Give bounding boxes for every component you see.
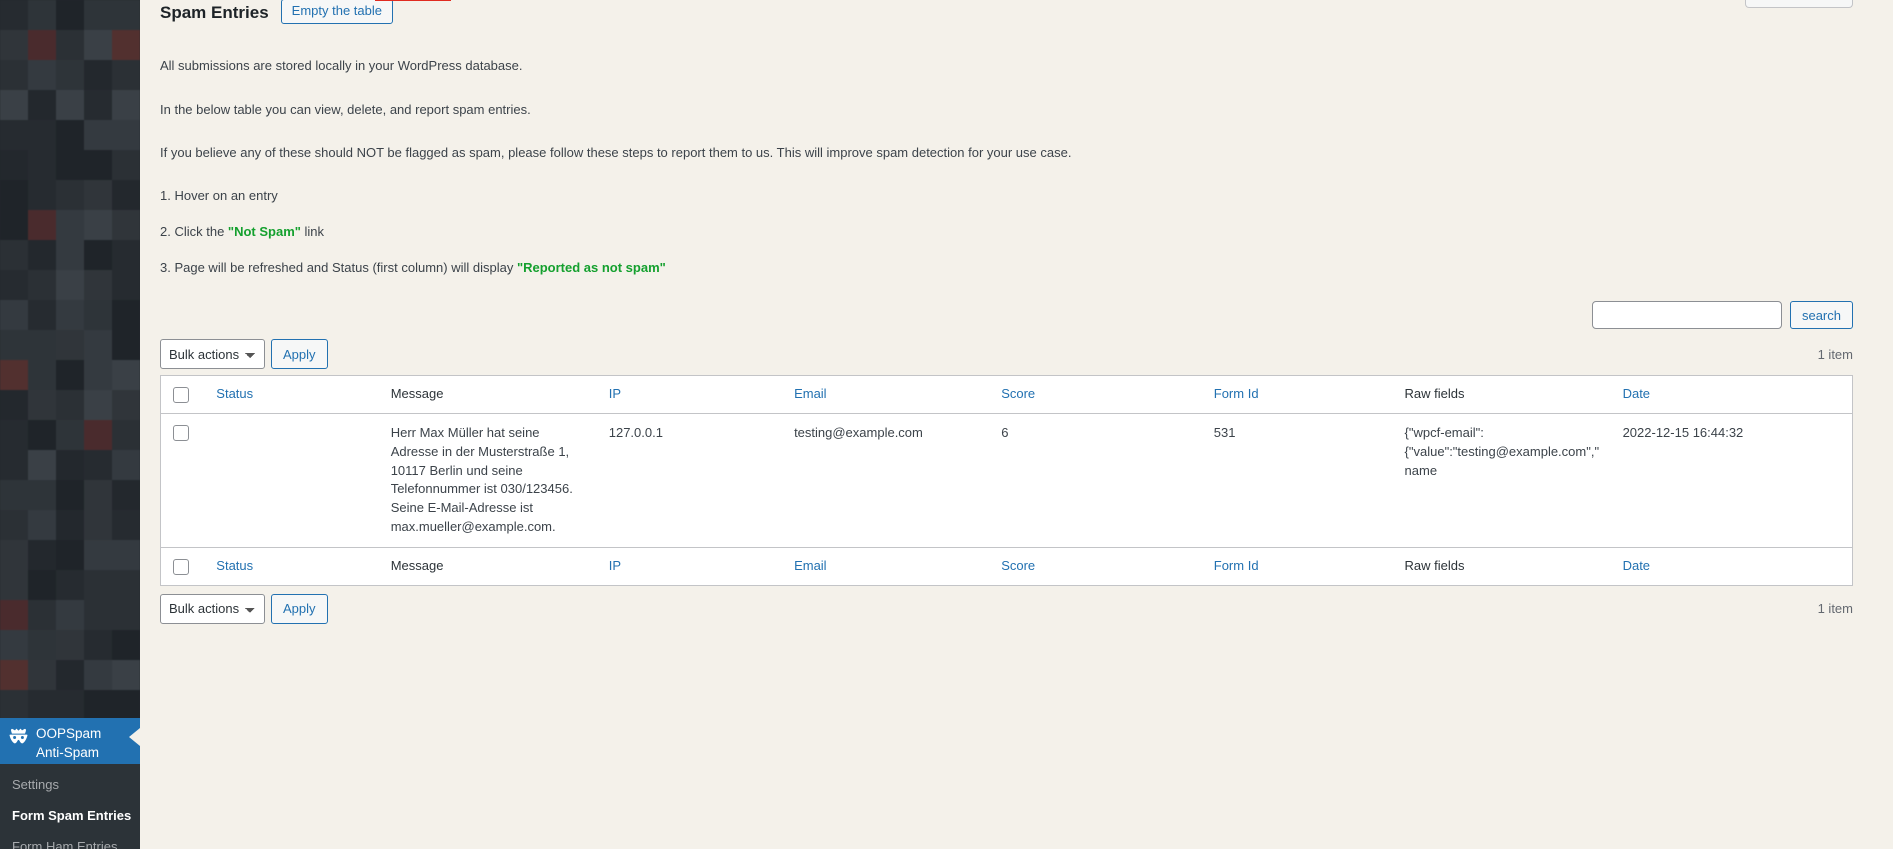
step-1-prefix: 1. Hover on an entry [160,187,278,203]
table-foot: Status Message IP Email Score Form Id Ra… [160,547,1853,585]
main-content: Spam Entries Empty the table All submiss… [140,0,1893,849]
foot-col-message-label: Message [390,557,444,573]
col-header-status[interactable]: Status [206,376,380,414]
select-all-header-bottom[interactable] [161,547,207,585]
cell-formid: 531 [1213,424,1236,440]
sidebar-item-form-spam-entries[interactable]: Form Spam Entries [0,801,140,832]
mask-icon [8,726,28,746]
step-3: 3. Page will be refreshed and Status (fi… [160,259,1853,277]
cell-score: 6 [1001,424,1009,440]
col-header-score-link[interactable]: Score [1001,386,1035,401]
cell-message: Herr Max Müller hat seine Adresse in der… [390,424,573,535]
redacted-menu-blur [0,0,140,720]
sidebar-active-arrow [129,728,140,746]
bulk-actions-select-bottom[interactable]: Bulk actionsDeleteNot Spam [160,593,265,624]
foot-col-email-link[interactable]: Email [794,558,827,573]
col-header-date-link[interactable]: Date [1623,386,1650,401]
select-all-header-top[interactable] [161,376,207,414]
item-count-bottom: 1 item [1817,601,1853,617]
step-2-suffix: link [300,223,325,239]
search-box: search [1591,301,1853,330]
col-header-score[interactable]: Score [991,376,1204,414]
col-header-email[interactable]: Email [784,376,991,414]
search-input[interactable] [1591,301,1782,330]
steps-list: 1. Hover on an entry 2. Click the "Not S… [160,187,1853,278]
table-header-row: Status Message IP Email Score Form Id Ra… [160,376,1853,414]
cell-raw-fields: {"wpcf-email": {"value":"testing@example… [1404,424,1600,478]
table-head: Status Message IP Email Score Form Id Ra… [160,376,1853,414]
foot-col-raw: Raw fields [1395,547,1613,585]
foot-col-score[interactable]: Score [991,547,1204,585]
sidebar-item-form-ham-entries[interactable]: Form Ham Entries [0,832,140,849]
foot-col-ip[interactable]: IP [599,547,784,585]
step-2: 2. Click the "Not Spam" link [160,223,1853,241]
step-1: 1. Hover on an entry [160,187,1853,205]
admin-screen: OOPSpam Anti-Spam Settings Form Spam Ent… [0,0,1893,849]
page-header: Spam Entries Empty the table [160,0,1853,26]
apply-button-top[interactable]: Apply [271,339,328,370]
cell-ip: 127.0.0.1 [608,424,663,440]
foot-col-status[interactable]: Status [206,547,380,585]
col-header-date[interactable]: Date [1613,376,1853,414]
foot-col-score-link[interactable]: Score [1001,558,1035,573]
step-2-prefix: 2. Click the [160,223,228,239]
intro-text: All submissions are stored locally in yo… [160,56,1853,163]
sidebar-plugin-label: OOPSpam Anti-Spam [36,726,102,760]
col-header-ip-link[interactable]: IP [609,386,621,401]
tablenav-bottom: Bulk actionsDeleteNot Spam Apply 1 item [160,593,1853,624]
admin-sidebar: OOPSpam Anti-Spam Settings Form Spam Ent… [0,0,140,849]
intro-paragraph-3: If you believe any of these should NOT b… [160,145,1072,160]
sidebar-item-settings[interactable]: Settings [0,770,140,801]
row-checkbox[interactable] [173,425,189,442]
col-header-message-label: Message [390,386,444,402]
col-header-raw-label: Raw fields [1404,386,1465,402]
table-footer-row: Status Message IP Email Score Form Id Ra… [160,547,1853,585]
item-count-top: 1 item [1817,346,1853,362]
foot-col-formid-link[interactable]: Form Id [1214,558,1259,573]
col-header-status-link[interactable]: Status [216,386,253,401]
intro-paragraph-2: In the below table you can view, delete,… [160,101,531,117]
foot-col-date-link[interactable]: Date [1623,558,1650,573]
cell-email: testing@example.com [794,424,923,440]
foot-col-formid[interactable]: Form Id [1204,547,1395,585]
foot-col-status-link[interactable]: Status [216,558,253,573]
select-all-checkbox-top[interactable] [173,386,189,403]
step-3-highlight: "Reported as not spam" [516,259,666,275]
select-all-checkbox-bottom[interactable] [173,558,189,575]
search-row: search [160,301,1853,335]
sidebar-item-oopspam-anti-spam[interactable]: OOPSpam Anti-Spam [0,718,140,770]
row-select-cell[interactable] [161,413,207,547]
search-button[interactable]: search [1789,301,1853,330]
foot-col-ip-link[interactable]: IP [609,558,621,573]
col-header-raw: Raw fields [1395,376,1613,414]
page-title: Spam Entries [160,3,269,22]
bulk-actions-select-top[interactable]: Bulk actionsDeleteNot Spam [160,339,265,370]
foot-col-raw-label: Raw fields [1404,557,1465,573]
col-header-message: Message [381,376,599,414]
foot-col-message: Message [381,547,599,585]
empty-the-table-button[interactable]: Empty the table [280,0,393,24]
col-header-email-link[interactable]: Email [794,386,827,401]
cell-date: 2022-12-15 16:44:32 [1622,424,1744,440]
step-2-highlight: "Not Spam" [227,223,301,239]
spam-entries-table: Status Message IP Email Score Form Id Ra… [160,375,1853,586]
foot-col-date[interactable]: Date [1613,547,1853,585]
step-3-prefix: 3. Page will be refreshed and Status (fi… [160,259,517,275]
cell-status [206,413,380,547]
table-body: Herr Max Müller hat seine Adresse in der… [160,413,1853,548]
foot-col-email[interactable]: Email [784,547,991,585]
sidebar-submenu: Settings Form Spam Entries Form Ham Entr… [0,764,140,849]
notice-accent-bar [375,0,451,1]
col-header-ip[interactable]: IP [599,376,784,414]
intro-paragraph-1: All submissions are stored locally in yo… [160,58,523,73]
col-header-formid[interactable]: Form Id [1204,376,1395,414]
table-row[interactable]: Herr Max Müller hat seine Adresse in der… [160,413,1853,548]
tablenav-top: Bulk actionsDeleteNot Spam Apply 1 item [160,339,1853,370]
col-header-formid-link[interactable]: Form Id [1214,386,1259,401]
apply-button-bottom[interactable]: Apply [271,593,328,624]
